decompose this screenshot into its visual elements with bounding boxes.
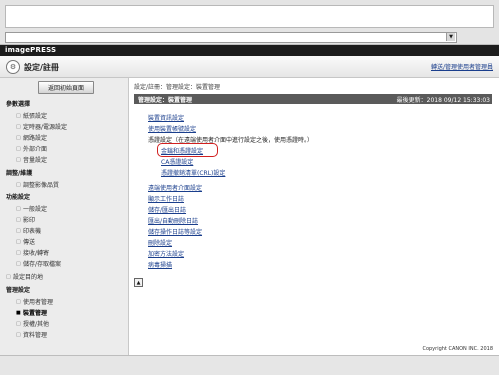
sidebar-heading-function[interactable]: 功能設定 [6, 192, 30, 201]
home-button[interactable]: 返回初始頁面 [38, 81, 94, 94]
sidebar-item-paper[interactable]: □ 紙張設定 [16, 111, 47, 121]
sidebar-item-data-management[interactable]: □ 資料管理 [16, 330, 47, 340]
browser-toolbar [5, 5, 494, 28]
sidebar-item-store-files[interactable]: □ 儲存/存取檔案 [16, 259, 61, 269]
sidebar-heading-adjustment[interactable]: 調整/維護 [6, 168, 32, 177]
link-rb-settings[interactable]: 刪除設定 [148, 238, 172, 247]
logo-bar: imagePRESS [0, 45, 499, 56]
sidebar-item-receive[interactable]: □ 接收/轉寄 [16, 248, 49, 258]
link-encryption[interactable]: 加密方法設定 [148, 249, 184, 258]
manage-link[interactable]: 轉送/管理使用者管理員 [431, 62, 493, 71]
link-job-log[interactable]: 顯示工作日誌 [148, 194, 184, 203]
chevron-down-icon: ▼ [449, 34, 453, 40]
sidebar-item-user-management[interactable]: □ 使用者管理 [16, 297, 53, 307]
link-ops-log[interactable]: 儲存操作日誌等設定 [148, 227, 202, 236]
highlight-oval [157, 143, 218, 157]
sidebar-item-timer[interactable]: □ 定時器/電源設定 [16, 122, 67, 132]
address-dropdown-button[interactable]: ▼ [446, 33, 455, 41]
link-crl[interactable]: 憑證撤銷清單(CRL)設定 [161, 168, 225, 177]
page-top-button[interactable]: ▲ [134, 278, 143, 287]
sidebar-item-send[interactable]: □ 傳送 [16, 237, 35, 247]
page-title: 設定/註冊 [24, 63, 59, 72]
link-restrict-account[interactable]: 使用裝置帳號設定 [148, 124, 196, 133]
arrow-up-icon: ▲ [136, 279, 141, 286]
sidebar-heading-preferences[interactable]: 參數選擇 [6, 99, 30, 108]
link-audit-log[interactable]: 匯出/自動刪除日誌 [148, 216, 198, 225]
link-ca-cert[interactable]: CA憑證設定 [161, 157, 193, 166]
sidebar-item-interface[interactable]: □ 外部介面 [16, 144, 47, 154]
sidebar-item-license[interactable]: □ 授權/其他 [16, 319, 49, 329]
sidebar-item-network[interactable]: □ 網路設定 [16, 133, 47, 143]
sidebar-item-destination[interactable]: □ 設定目的地 [6, 272, 43, 282]
copyright: Copyright CANON INC. 2018 [422, 346, 493, 352]
last-update: 最後更新：2018 09/12 15:33:03 [396, 97, 490, 104]
brand-logo: imagePRESS [5, 46, 57, 54]
address-bar[interactable] [5, 32, 457, 43]
link-virus-scan[interactable]: 病毒掃描 [148, 260, 172, 269]
sidebar-item-copy[interactable]: □ 影印 [16, 215, 35, 225]
link-device-info[interactable]: 裝置資訊設定 [148, 113, 184, 122]
title-bar [0, 56, 499, 78]
sidebar-item-printer[interactable]: □ 印表機 [16, 226, 41, 236]
sidebar-item-image-quality[interactable]: □ 調整影像品質 [16, 180, 59, 190]
sidebar-heading-management[interactable]: 管理設定 [6, 285, 30, 294]
section-title: 管理設定：裝置管理 [138, 97, 193, 104]
sidebar-item-device-management[interactable]: ■ 裝置管理 [16, 308, 47, 318]
sidebar-item-common[interactable]: □ 一般設定 [16, 204, 47, 214]
sidebar-item-volume[interactable]: □ 音量設定 [16, 155, 47, 165]
link-save-log[interactable]: 儲存/匯出日誌 [148, 205, 186, 214]
gear-icon: ⚙ [6, 60, 20, 74]
link-remote-ui[interactable]: 遠端使用者介面設定 [148, 183, 202, 192]
browser-status-bar [0, 355, 499, 375]
breadcrumb: 設定/註冊：管理設定：裝置管理 [134, 84, 221, 91]
